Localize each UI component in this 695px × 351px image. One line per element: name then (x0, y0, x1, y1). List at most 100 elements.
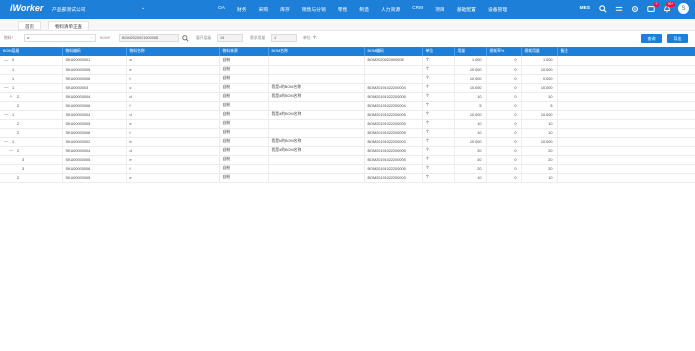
cell-source: 自制 (219, 92, 269, 102)
cell-code: SKU00000005 (62, 65, 127, 75)
cell-loss-qty: 10 (521, 173, 558, 183)
cell-loss-rate: 0 (486, 101, 522, 111)
nav-item-hr[interactable]: 人力资源 (381, 6, 400, 13)
cell-bom-code: BOM20191022200004 (364, 83, 423, 93)
col-bom-name[interactable]: BOM名称 (268, 47, 365, 56)
cell-bom-level: —0 (0, 56, 63, 66)
table-row[interactable]: 1 SKU00000005 e 自制个 10.000 0 10.000 (0, 65, 695, 75)
table-row[interactable]: —2 SKU00000004 d 自制 我是d的BOM名称 BOM201910222000… (0, 146, 695, 156)
col-material-source[interactable]: 物料来源 (219, 47, 269, 56)
cell-name: e (126, 173, 220, 183)
search-icon[interactable] (598, 4, 608, 14)
table-row[interactable]: +2 SKU00000004 d 自制 我是d的BOM名称 BOM201910222000… (0, 92, 695, 102)
query-button[interactable]: 查询 (641, 34, 662, 43)
menu-icon[interactable] (614, 4, 624, 14)
col-bom-level[interactable]: BOM层级 (0, 47, 63, 56)
nav-item-base-config[interactable]: 基础配置 (457, 6, 476, 13)
cell-loss-qty: 10 (521, 128, 558, 138)
table-row[interactable]: —1 SKU0000003 c 自制 我是c的BOM名称 BOM2019102220000… (0, 83, 695, 93)
table-row[interactable]: —1 SKU00000002 b 自制 我是b的BOM名称 BOM201910222000… (0, 137, 695, 147)
cell-qty: 10 (454, 92, 487, 102)
table-row[interactable]: —1 SKU00000004 d 自制 我是d的BOM名称 BOM201910222000… (0, 110, 695, 120)
col-loss-qty[interactable]: 损耗用量 (521, 47, 558, 56)
nav-item-crm[interactable]: CRM (412, 6, 423, 13)
nav-item-project[interactable]: 项目 (435, 6, 445, 13)
cell-loss-qty: 20 (521, 155, 558, 165)
cell-bom-name (268, 101, 365, 111)
table-row[interactable]: 2 SKU00000005 e 自制 BOM20191022200003 个 10 0 10 (0, 173, 695, 183)
table-row[interactable]: 3 SKU00000006 f 自制 BOM20191022200005 个 20 0 20 (0, 164, 695, 174)
col-bom-code[interactable]: BOM编码 (364, 47, 423, 56)
user-name[interactable]: MES (580, 6, 590, 11)
message-icon[interactable]: 9 (646, 1, 659, 14)
cell-name: b (126, 137, 220, 147)
app-logo[interactable]: iWorker (10, 3, 43, 13)
cell-bom-code: BOM20191022200005 (364, 155, 423, 165)
expand-icon[interactable]: + (8, 94, 14, 99)
collapse-icon[interactable]: — (3, 85, 9, 90)
cell-bom-code: BOM20191022200005 (364, 119, 423, 129)
table-row[interactable]: 2 SKU00000005 e 自制 BOM20191022200005 个 10 0 10 (0, 119, 695, 129)
nav-item-finance[interactable]: 财务 (237, 6, 247, 13)
nav-item-purchase[interactable]: 采购 (259, 6, 269, 13)
cell-note (557, 74, 695, 84)
cell-note (557, 92, 695, 102)
nav-item-equipment[interactable]: 设备管理 (488, 6, 507, 13)
cell-loss-rate: 0 (486, 173, 522, 183)
gear-icon[interactable] (630, 4, 640, 14)
cell-loss-rate: 0 (486, 164, 522, 174)
col-loss-rate[interactable]: 损耗率% (486, 47, 522, 56)
company-selector[interactable]: 产品部测试公司 (52, 6, 86, 13)
chevron-down-icon[interactable]: ⌄ (141, 5, 145, 11)
cell-bom-code (364, 65, 423, 75)
cell-code: SKU00000005 (62, 119, 127, 129)
tab-bom-forward-query[interactable]: 物料清单正查 (48, 21, 89, 30)
collapse-icon[interactable]: — (3, 112, 9, 117)
col-qty[interactable]: 用量 (454, 47, 487, 56)
avatar[interactable]: S (678, 3, 689, 14)
col-note[interactable]: 备注 (557, 47, 695, 56)
nav-item-inventory[interactable]: 库存 (280, 6, 290, 13)
export-button[interactable]: 导出 (667, 34, 688, 43)
cell-qty: 10.000 (454, 137, 487, 147)
cell-unit: 个 (422, 74, 455, 84)
cell-source: 自制 (219, 74, 269, 84)
table-row[interactable]: 3 SKU00000005 e 自制 BOM20191022200005 个 20 0 20 (0, 155, 695, 165)
nav-item-sales[interactable]: 销售与分销 (302, 6, 326, 13)
tab-home[interactable]: 首页 (18, 21, 41, 30)
search-icon[interactable] (180, 33, 190, 43)
cell-note (557, 83, 695, 93)
cell-bom-code: BOM20191022200005 (364, 92, 423, 102)
nav-item-oa[interactable]: OA (218, 6, 225, 13)
table-row[interactable]: 2 SKU00000006 f 自制 BOM20191022200004 个 5 0 5 (0, 101, 695, 111)
bom-level-value: 2 (17, 121, 20, 126)
bell-icon[interactable]: 99+ (662, 1, 675, 14)
bom-select[interactable]: BOM2020021900008 (119, 34, 179, 42)
collapse-icon[interactable]: — (3, 58, 9, 63)
col-material-code[interactable]: 物料编码 (62, 47, 127, 56)
cell-bom-level: 3 (0, 164, 63, 174)
table-row[interactable]: 2 SKU00000006 f 自制 BOM20191022200005 个 10 0 10 (0, 128, 695, 138)
table-row[interactable]: 1 SKU00000006 f 自制 个 10.000 0 0.000 (0, 74, 695, 84)
collapse-icon[interactable]: — (8, 148, 14, 153)
cell-unit: 个 (422, 101, 455, 111)
collapse-icon[interactable]: — (3, 139, 9, 144)
cell-code: SKU00000006 (62, 101, 127, 111)
cell-bom-level: 2 (0, 101, 63, 111)
cell-note (557, 101, 695, 111)
col-unit[interactable]: 单位 (422, 47, 455, 56)
bom-label: BOM* (100, 36, 111, 40)
table-row[interactable]: —0 SKU00000001 a 自制 BOM2020021900008 个 1.000 0 1… (0, 56, 695, 66)
cell-name: f (126, 164, 220, 174)
bom-level-value: 3 (22, 157, 25, 162)
main-nav: OA 财务 采购 库存 销售与分销 零售 制造 人力资源 CRM 项目 基础配置… (218, 6, 519, 13)
material-select[interactable]: a ⋯ (24, 34, 96, 42)
nav-item-retail[interactable]: 零售 (338, 6, 348, 13)
cell-loss-qty: 5 (521, 101, 558, 111)
depth-input[interactable]: 15 (217, 34, 243, 42)
demand-input[interactable]: 1 (271, 34, 297, 42)
cell-bom-level: —1 (0, 83, 63, 93)
nav-item-manufacturing[interactable]: 制造 (359, 6, 369, 13)
cell-code: SKU00000006 (62, 128, 127, 138)
col-material-name[interactable]: 物料名称 (126, 47, 220, 56)
